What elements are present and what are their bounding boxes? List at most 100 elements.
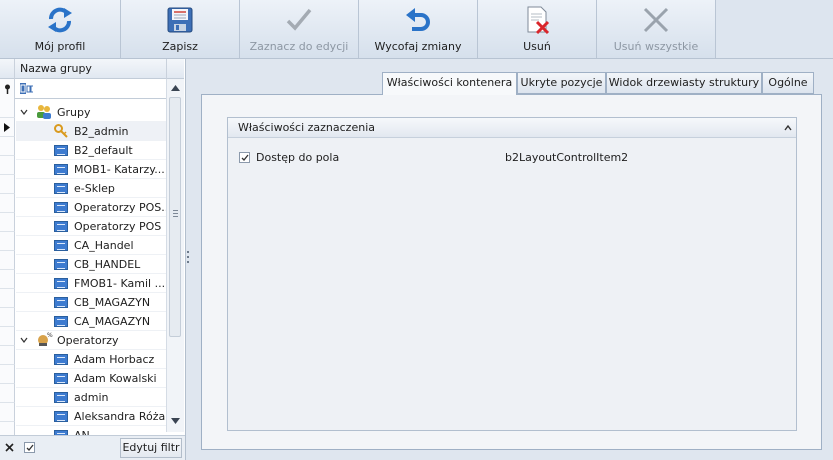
row-indicator-cell[interactable]: [0, 403, 15, 422]
row-indicator-cell[interactable]: [0, 251, 15, 270]
checkmark-icon: [241, 154, 249, 161]
row-indicator-cell[interactable]: [0, 232, 15, 251]
tree-item-label: CB_HANDEL: [74, 258, 141, 271]
tree-item[interactable]: FMOB1- Kamil ...: [16, 274, 166, 293]
close-x-icon: [643, 7, 669, 33]
column-header-label: Nazwa grupy: [20, 62, 92, 75]
delete-all-button[interactable]: Usuń wszystkie: [597, 0, 716, 58]
mark-for-edit-button[interactable]: Zaznacz do edycji: [240, 0, 359, 58]
field-access-checkbox[interactable]: [239, 152, 250, 163]
chevron-up-icon[interactable]: [784, 125, 792, 131]
list-item-icon: [54, 278, 68, 289]
row-indicator-cell[interactable]: [0, 213, 15, 232]
tree-item[interactable]: Aleksandra Róża: [16, 407, 166, 426]
groups-label: Grupy: [57, 106, 91, 119]
tree-item-label: Adam Kowalski: [74, 372, 157, 385]
filter-indicator-cell: [0, 79, 15, 99]
save-icon: [167, 7, 193, 33]
chevron-down-icon[interactable]: [20, 108, 28, 116]
undo-changes-label: Wycofaj zmiany: [374, 40, 462, 53]
list-item-icon: [54, 183, 68, 194]
tree-list: Grupy % Operatorzy B2_admin B2_default MOB…: [0, 99, 166, 435]
tree-item[interactable]: admin: [16, 388, 166, 407]
tree-item[interactable]: CB_MAGAZYN: [16, 293, 166, 312]
selection-properties-header[interactable]: Właściwości zaznaczenia: [228, 118, 796, 138]
list-item-icon: [54, 164, 68, 175]
header-divider: [166, 59, 167, 79]
row-indicator-cell[interactable]: [0, 422, 15, 435]
undo-icon: [406, 8, 430, 31]
panel-splitter[interactable]: [186, 59, 190, 460]
delete-label: Usuń: [523, 40, 551, 53]
tree-item[interactable]: MOB1- Katarzy...: [16, 160, 166, 179]
tree-item[interactable]: e-Sklep: [16, 179, 166, 198]
key-icon: [54, 124, 68, 138]
chevron-down-icon[interactable]: [20, 336, 28, 344]
list-item-icon: [54, 145, 68, 156]
checkmark-icon: [26, 444, 34, 451]
tab-general[interactable]: Ogólne: [762, 72, 814, 94]
tree-node-operators[interactable]: % Operatorzy: [16, 331, 166, 350]
tab-hidden-items[interactable]: Ukryte pozycje: [517, 72, 606, 94]
svg-text:%: %: [47, 332, 53, 339]
scroll-up-arrow-icon[interactable]: [171, 85, 180, 91]
selection-properties-title: Właściwości zaznaczenia: [238, 121, 375, 134]
row-indicator-cell[interactable]: [0, 308, 15, 327]
row-indicator-cell[interactable]: [0, 156, 15, 175]
tree-item-label: CA_Handel: [74, 239, 134, 252]
save-label: Zapisz: [162, 40, 198, 53]
edit-filter-button[interactable]: Edytuj filtr: [120, 438, 182, 458]
tree-item-label: Operatorzy POS: [74, 220, 162, 233]
tab-container-properties[interactable]: Właściwości kontenera: [382, 72, 517, 95]
row-indicator-cell[interactable]: [0, 365, 15, 384]
group-tree-panel: Nazwa grupy Grupy % Operatorzy B2_admin …: [0, 59, 186, 460]
tree-item-label: B2_default: [74, 144, 133, 157]
list-item-icon: [54, 411, 68, 422]
tree-item[interactable]: AN...: [16, 426, 166, 435]
row-indicator-cell[interactable]: [0, 175, 15, 194]
tree-item[interactable]: Adam Horbacz: [16, 350, 166, 369]
tree-node-groups[interactable]: Grupy: [16, 103, 166, 122]
my-profile-button[interactable]: Mój profil: [0, 0, 121, 58]
operators-label: Operatorzy: [57, 334, 119, 347]
column-header[interactable]: Nazwa grupy: [0, 59, 184, 79]
row-indicator-cell[interactable]: [0, 270, 15, 289]
scroll-down-arrow-icon[interactable]: [171, 418, 180, 424]
tree-item[interactable]: Operatorzy POS: [16, 217, 166, 236]
row-indicator-cell[interactable]: [0, 384, 15, 403]
row-indicator-cell[interactable]: [0, 194, 15, 213]
row-indicator-cell[interactable]: [0, 346, 15, 365]
tree-item[interactable]: Operatorzy POS...: [16, 198, 166, 217]
layout-item-name: b2LayoutControlItem2: [505, 151, 629, 164]
row-indicator-cell[interactable]: [0, 118, 15, 137]
tree-item[interactable]: CB_HANDEL: [16, 255, 166, 274]
tree-item[interactable]: B2_default: [16, 141, 166, 160]
tree-item[interactable]: CA_Handel: [16, 236, 166, 255]
save-button[interactable]: Zapisz: [121, 0, 240, 58]
list-item-icon: [54, 316, 68, 327]
tab-structure-tree-view[interactable]: Widok drzewiasty struktury: [606, 72, 762, 94]
delete-button[interactable]: Usuń: [478, 0, 597, 58]
tree-item-label: CB_MAGAZYN: [74, 296, 151, 309]
toolbar: Mój profil Zapisz Zaznacz do edycji Wyco…: [0, 0, 833, 59]
undo-changes-button[interactable]: Wycofaj zmiany: [359, 0, 478, 58]
list-item-icon: [54, 202, 68, 213]
list-item-icon: [54, 297, 68, 308]
tree-item-label: B2_admin: [74, 125, 129, 138]
clear-filter-x-icon[interactable]: [5, 443, 14, 452]
list-item-icon: [54, 354, 68, 365]
tree-item[interactable]: Adam Kowalski: [16, 369, 166, 388]
filter-input[interactable]: [38, 81, 158, 97]
row-indicator-cell[interactable]: [0, 289, 15, 308]
row-indicator-cell[interactable]: [0, 99, 15, 118]
filter-enable-checkbox[interactable]: [24, 442, 35, 453]
tree-item[interactable]: CA_MAGAZYN: [16, 312, 166, 331]
row-indicator-cell[interactable]: [0, 137, 15, 156]
text-filter-icon: [20, 83, 34, 94]
scrollbar-thumb[interactable]: [169, 97, 181, 337]
tree-item-label: e-Sklep: [74, 182, 115, 195]
row-indicator-cell[interactable]: [0, 327, 15, 346]
tree-item-label: Operatorzy POS...: [74, 201, 166, 214]
checkmark-icon: [286, 8, 312, 31]
tree-item[interactable]: B2_admin: [16, 122, 166, 141]
